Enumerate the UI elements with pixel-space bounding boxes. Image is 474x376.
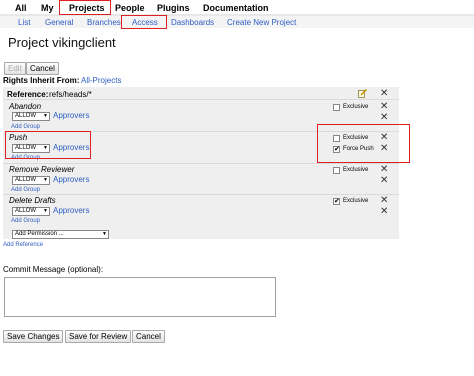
nav-all[interactable]: All [15,3,27,13]
chevron-down-icon: ▼ [43,208,48,214]
close-icon[interactable]: ✕ [380,102,388,112]
add-permission-value: Add Permission ... [15,231,64,237]
exclusive-checkbox[interactable] [333,197,340,205]
edit-icon[interactable] [358,88,368,98]
close-icon[interactable]: ✕ [380,165,388,175]
add-group-link[interactable]: Add Group [11,218,40,224]
access-highlight [121,15,167,29]
reference-label: Reference: [7,90,49,99]
chevron-down-icon: ▼ [102,231,107,237]
subnav-list[interactable]: List [18,18,30,27]
close-icon[interactable]: ✕ [380,176,388,186]
action-select-value: ALLOW [15,208,37,214]
divider [3,99,399,100]
action-select[interactable]: ALLOW ▼ [12,112,50,121]
exclusive-checkbox[interactable] [333,167,340,174]
reference-value: refs/heads/* [49,90,92,99]
add-permission-select[interactable]: Add Permission ... ▼ [12,230,109,239]
chevron-down-icon: ▼ [43,113,48,119]
group-link[interactable]: Approvers [53,206,89,215]
group-link[interactable]: Approvers [53,111,89,120]
action-select[interactable]: ALLOW ▼ [12,176,50,185]
subnav-branches[interactable]: Branches [87,18,121,27]
nav-my[interactable]: My [41,3,54,13]
permission-name: Abandon [9,102,42,111]
remove-reference-icon[interactable]: ✕ [380,89,388,99]
exclusive-checkbox[interactable] [333,104,340,111]
action-select-value: ALLOW [15,113,37,119]
chevron-down-icon: ▼ [43,177,48,183]
commit-message-input[interactable] [4,277,276,317]
close-icon[interactable]: ✕ [380,207,388,217]
nav-documentation[interactable]: Documentation [203,3,269,13]
cancel-button[interactable]: Cancel [132,330,165,343]
exclusive-label: Exclusive [343,104,369,110]
close-icon[interactable]: ✕ [380,196,388,206]
action-select-value: ALLOW [15,177,37,183]
exclusive-label: Exclusive [343,198,369,204]
rights-inherit-label: Rights Inherit From: [3,76,80,85]
commit-message-label: Commit Message (optional): [3,265,104,274]
group-link[interactable]: Approvers [53,175,89,184]
save-for-review-button[interactable]: Save for Review [65,330,132,343]
edit-button[interactable]: Edit [4,62,26,75]
page-title: Project vikingclient [8,35,116,50]
add-group-link[interactable]: Add Group [11,124,40,130]
nav-plugins[interactable]: Plugins [157,3,190,13]
exclusive-label: Exclusive [343,167,369,173]
add-reference-link[interactable]: Add Reference [3,242,43,248]
subnav-create-project[interactable]: Create New Project [227,18,296,27]
add-group-link[interactable]: Add Group [11,187,40,193]
permission-name: Remove Reviewer [9,165,75,174]
sub-nav: List General Branches Access Dashboards … [0,16,474,28]
permission-name: Delete Drafts [9,196,56,205]
save-changes-button[interactable]: Save Changes [3,330,64,343]
subnav-general[interactable]: General [45,18,73,27]
projects-highlight [59,0,111,15]
action-select[interactable]: ALLOW ▼ [12,207,50,216]
cancel-edit-button[interactable]: Cancel [26,62,59,75]
subnav-dashboards[interactable]: Dashboards [171,18,214,27]
nav-people[interactable]: People [115,3,145,13]
divider [3,163,399,164]
rights-inherit-link[interactable]: All-Projects [81,76,121,85]
close-icon[interactable]: ✕ [380,113,388,123]
push-options-highlight [317,124,410,163]
push-group-highlight [5,131,91,159]
divider [3,194,399,195]
